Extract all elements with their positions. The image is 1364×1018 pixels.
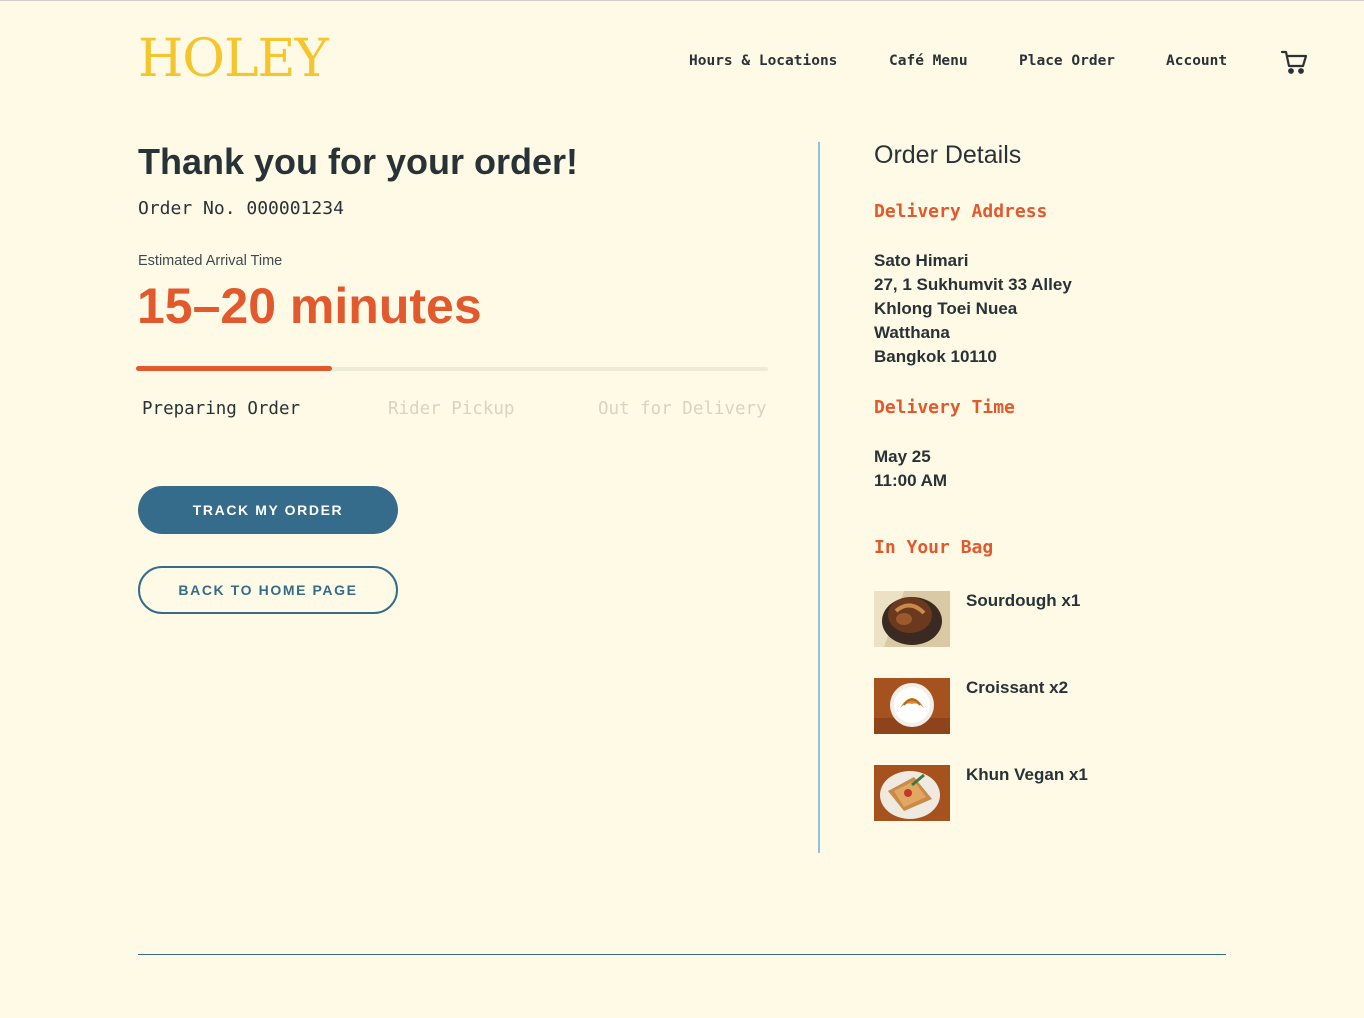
address-line: Bangkok 10110	[874, 347, 997, 366]
bag-item-label: Croissant x2	[966, 678, 1069, 697]
order-number: Order No. 000001234	[138, 198, 344, 219]
bag-item: Croissant x2	[874, 678, 1174, 734]
delivery-date: May 25	[874, 447, 931, 466]
footer-divider	[138, 954, 1226, 955]
address-line: Watthana	[874, 323, 950, 342]
eta-value: 15–20 minutes	[137, 278, 482, 334]
croissant-image	[874, 678, 950, 734]
address-line: Sato Himari	[874, 251, 969, 270]
order-details-title: Order Details	[874, 141, 1022, 169]
bag-title: In Your Bag	[874, 537, 994, 558]
order-progress-fill	[136, 366, 332, 371]
step-out-for-delivery: Out for Delivery	[598, 399, 767, 419]
delivery-time-title: Delivery Time	[874, 397, 1015, 418]
bag-item-label: Sourdough x1	[966, 591, 1081, 610]
track-order-button[interactable]: TRACK MY ORDER	[138, 486, 398, 534]
column-divider	[818, 142, 820, 853]
page-title: Thank you for your order!	[138, 141, 579, 182]
sourdough-image	[874, 591, 950, 647]
bag-item-label: Khun Vegan x1	[966, 765, 1088, 784]
nav-place-order[interactable]: Place Order	[1019, 53, 1115, 69]
bag-item: Khun Vegan x1	[874, 765, 1174, 821]
eta-label: Estimated Arrival Time	[138, 253, 283, 269]
delivery-hour: 11:00 AM	[874, 471, 948, 490]
sandwich-image	[874, 765, 950, 821]
nav-account[interactable]: Account	[1166, 53, 1227, 69]
cart-icon[interactable]	[1280, 48, 1308, 76]
bag-item: Sourdough x1	[874, 591, 1174, 647]
nav-cafe-menu[interactable]: Café Menu	[889, 53, 968, 69]
back-home-button[interactable]: BACK TO HOME PAGE	[138, 566, 398, 614]
brand-logo[interactable]: HOLEY	[138, 31, 329, 87]
step-rider-pickup: Rider Pickup	[388, 399, 515, 419]
step-preparing-order: Preparing Order	[142, 399, 301, 419]
delivery-address-title: Delivery Address	[874, 201, 1048, 222]
order-progress-bar	[136, 366, 768, 371]
address-line: 27, 1 Sukhumvit 33 Alley	[874, 275, 1072, 294]
nav-hours-locations[interactable]: Hours & Locations	[689, 53, 837, 69]
address-line: Khlong Toei Nuea	[874, 299, 1018, 318]
